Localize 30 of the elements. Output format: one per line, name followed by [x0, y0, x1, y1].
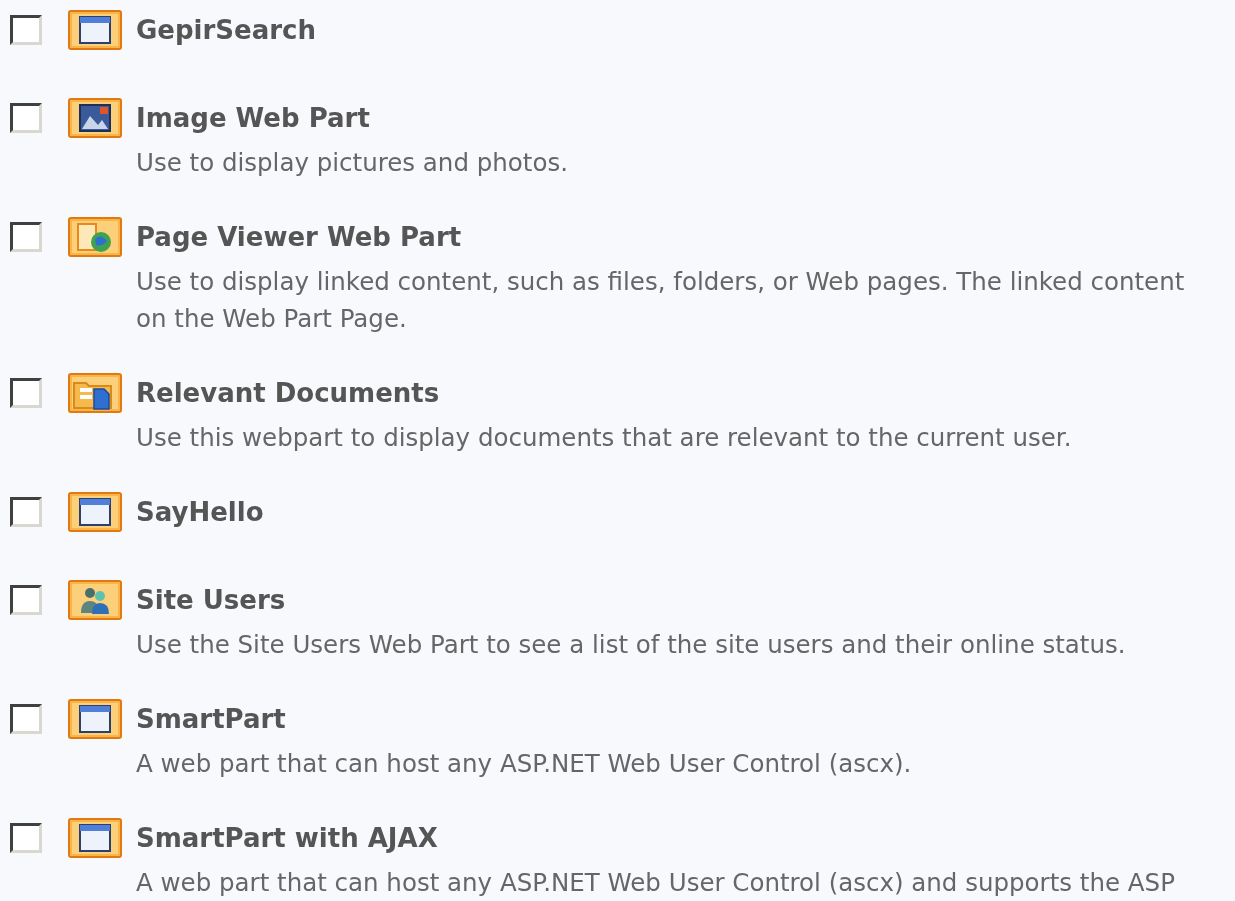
checkbox[interactable] — [10, 15, 42, 45]
window-icon — [68, 818, 122, 858]
web-part-description: Use to display linked content, such as files, folders, or Web pages. The linked content on the Web Part Page. — [136, 266, 1185, 335]
web-part-description: Use this webpart to display documents that are relevant to the current user. — [136, 422, 1072, 454]
checkbox[interactable] — [10, 222, 42, 252]
web-part-description: Use the Site Users Web Part to see a list of the site users and their online status. — [136, 629, 1126, 661]
checkbox[interactable] — [10, 585, 42, 615]
web-part-title: SmartPart — [136, 703, 287, 736]
folder-document-icon — [68, 373, 122, 413]
checkbox[interactable] — [10, 103, 42, 133]
checkbox[interactable] — [10, 497, 42, 527]
web-part-title: GepirSearch — [136, 14, 316, 47]
image-icon — [68, 98, 122, 138]
window-icon — [68, 699, 122, 739]
web-part-title: SmartPart with AJAX — [136, 822, 439, 855]
web-part-description: Use to display pictures and photos. — [136, 147, 568, 179]
web-part-title: Image Web Part — [136, 102, 371, 135]
window-icon — [68, 10, 122, 50]
checkbox[interactable] — [10, 378, 42, 408]
web-part-description: A web part that can host any ASP.NET Web User Control (ascx) and supports the ASP — [136, 867, 1175, 899]
web-part-title: Relevant Documents — [136, 377, 441, 410]
web-part-title: Page Viewer Web Part — [136, 221, 463, 254]
web-part-title: SayHello — [136, 496, 264, 529]
page-globe-icon — [68, 217, 122, 257]
web-part-title: Site Users — [136, 584, 287, 617]
users-icon — [68, 580, 122, 620]
window-icon — [68, 492, 122, 532]
checkbox[interactable] — [10, 823, 42, 853]
web-part-description: A web part that can host any ASP.NET Web User Control (ascx). — [136, 748, 912, 780]
checkbox[interactable] — [10, 704, 42, 734]
